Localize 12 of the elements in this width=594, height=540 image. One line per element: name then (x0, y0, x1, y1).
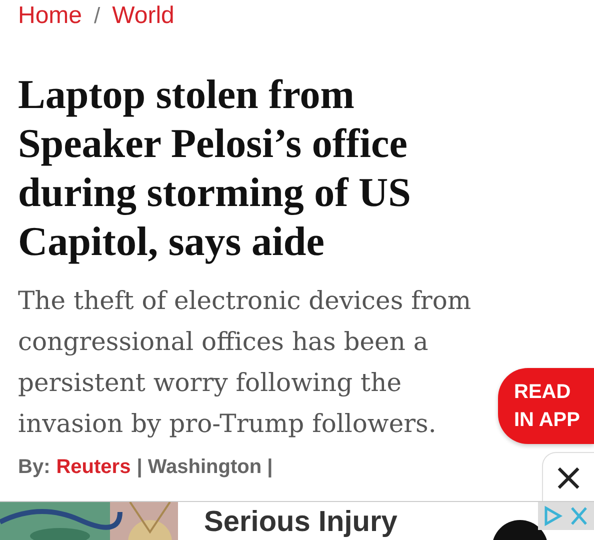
close-button[interactable]: × (542, 452, 594, 502)
byline-prefix: By: (18, 456, 50, 479)
read-in-app-button[interactable]: READ IN APP (498, 368, 594, 444)
headline: Laptop stolen from Speaker Pelosi’s office during storming of US Capitol, says aide (18, 70, 412, 266)
ad-banner[interactable]: Serious Injury (0, 501, 594, 540)
article-summary: The theft of electronic devices from congressional offices has been a persistent worry following the invasion by pro-Trump followers. (18, 285, 472, 440)
byline-location: | Washington | (136, 456, 273, 479)
breadcrumb-link[interactable]: Home (18, 2, 82, 30)
author-link[interactable]: Reuters (56, 456, 131, 479)
breadcrumb-separator: / (94, 3, 100, 29)
breadcrumb-link[interactable]: World (112, 2, 174, 30)
ad-title[interactable]: Serious Injury (204, 506, 398, 539)
